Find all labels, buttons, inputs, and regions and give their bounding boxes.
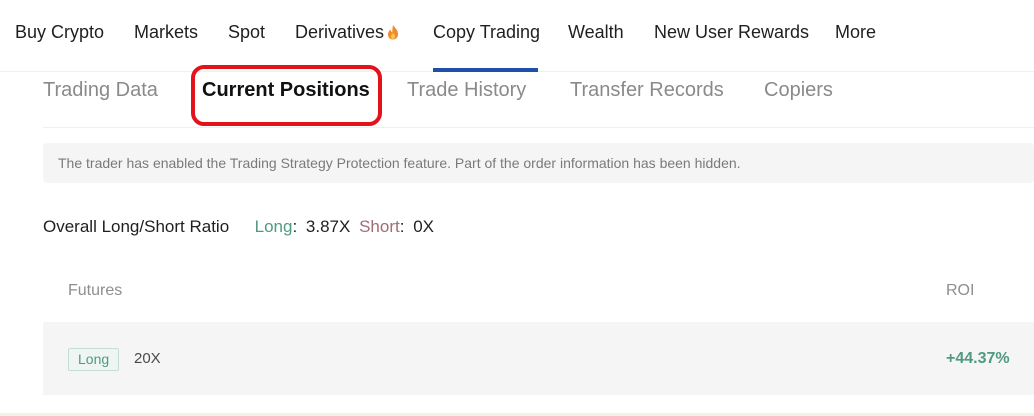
tab-transfer-records[interactable]: Transfer Records — [570, 79, 724, 102]
tabs-divider — [43, 127, 1034, 128]
nav-item-derivatives[interactable]: Derivatives — [295, 22, 400, 43]
nav-item-new-user-rewards[interactable]: New User Rewards — [654, 22, 809, 43]
flame-icon — [388, 25, 399, 40]
top-navigation: Buy Crypto Markets Spot Derivatives Copy… — [0, 0, 1034, 72]
long-label: Long — [254, 217, 293, 236]
short-label: Short — [359, 217, 400, 236]
tab-trading-data[interactable]: Trading Data — [43, 79, 158, 102]
long-ratio-value: 3.87X — [305, 217, 351, 236]
table-row[interactable] — [43, 322, 1034, 395]
tab-trade-history[interactable]: Trade History — [407, 79, 526, 102]
nav-item-spot[interactable]: Spot — [228, 22, 265, 43]
nav-item-buy-crypto[interactable]: Buy Crypto — [15, 22, 104, 43]
nav-item-wealth[interactable]: Wealth — [568, 22, 624, 43]
long-separator: : — [292, 217, 298, 236]
short-separator: : — [399, 217, 405, 236]
position-side-badge: Long — [68, 348, 120, 371]
short-ratio-value: 0X — [413, 217, 434, 236]
nav-item-derivatives-label: Derivatives — [295, 22, 385, 42]
column-header-roi: ROI — [946, 282, 975, 299]
nav-item-more[interactable]: More — [835, 22, 876, 43]
column-header-futures: Futures — [68, 282, 123, 299]
long-short-ratio: Overall Long/Short Ratio Long: 3.87X Sho… — [43, 217, 434, 237]
position-leverage: 20X — [134, 350, 161, 367]
protection-notice: The trader has enabled the Trading Strat… — [43, 143, 1034, 183]
position-roi: +44.37% — [946, 350, 1010, 367]
tab-copiers[interactable]: Copiers — [764, 79, 833, 102]
nav-item-copy-trading[interactable]: Copy Trading — [433, 22, 540, 43]
active-nav-indicator — [433, 68, 538, 72]
nav-item-markets[interactable]: Markets — [134, 22, 198, 43]
tab-current-positions[interactable]: Current Positions — [202, 79, 370, 102]
ratio-label: Overall Long/Short Ratio — [43, 217, 230, 236]
